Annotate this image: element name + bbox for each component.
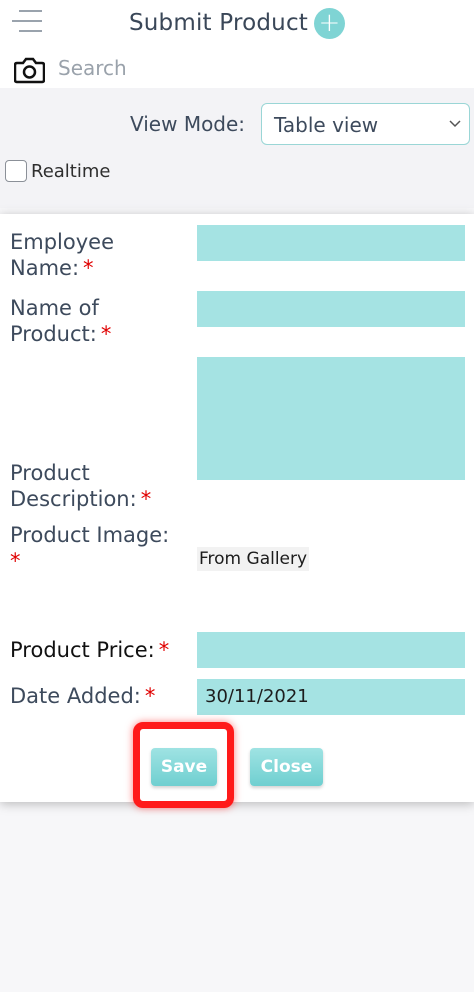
camera-icon[interactable] xyxy=(14,56,45,84)
required-marker: * xyxy=(100,322,112,346)
chevron-down-icon xyxy=(449,120,461,128)
page-title-text: Submit Product xyxy=(128,10,309,36)
employee-name-label-line1: Employee xyxy=(10,230,115,254)
product-name-label-line1: Name of xyxy=(10,296,99,320)
product-description-field[interactable] xyxy=(197,357,465,480)
plus-icon: + xyxy=(318,8,341,38)
app-header: Submit Product + xyxy=(0,0,474,88)
required-marker: * xyxy=(144,684,156,708)
view-mode-label: View Mode: xyxy=(130,112,246,136)
product-description-label-line2: Description: xyxy=(10,487,137,511)
date-added-value: 30/11/2021 xyxy=(205,686,309,707)
product-image-label: Product Image: * xyxy=(10,522,169,574)
close-button[interactable]: Close xyxy=(250,748,323,786)
required-marker: * xyxy=(140,487,152,511)
from-gallery-button[interactable]: From Gallery xyxy=(197,547,310,571)
realtime-checkbox[interactable] xyxy=(5,160,27,182)
product-image-label-text: Product Image: xyxy=(10,523,170,547)
save-highlight-annotation xyxy=(133,722,234,808)
product-price-label-text: Product Price: xyxy=(10,638,155,662)
view-mode-value: Table view xyxy=(274,113,379,137)
required-marker: * xyxy=(158,638,170,662)
product-name-label-line2: Product: xyxy=(10,322,97,346)
add-product-button[interactable]: + xyxy=(314,8,346,39)
employee-name-field[interactable] xyxy=(197,225,465,261)
view-mode-select[interactable]: Table view xyxy=(261,103,470,145)
product-description-label-line1: Product xyxy=(10,461,90,485)
page-title: Submit Product + xyxy=(0,8,474,39)
product-name-field[interactable] xyxy=(197,291,465,327)
product-name-label: Name of Product: * xyxy=(10,295,111,347)
realtime-label: Realtime xyxy=(31,161,111,182)
date-added-label-text: Date Added: xyxy=(10,684,141,708)
employee-name-label: Employee Name: * xyxy=(10,229,114,281)
required-marker: * xyxy=(83,256,94,280)
date-added-label: Date Added: * xyxy=(10,683,155,709)
required-marker: * xyxy=(10,549,21,573)
product-description-label: Product Description: * xyxy=(10,460,151,512)
product-price-field[interactable] xyxy=(197,632,465,668)
employee-name-label-line2: Name: xyxy=(10,256,80,280)
product-price-label: Product Price: * xyxy=(10,637,169,663)
search-input[interactable] xyxy=(58,52,358,84)
